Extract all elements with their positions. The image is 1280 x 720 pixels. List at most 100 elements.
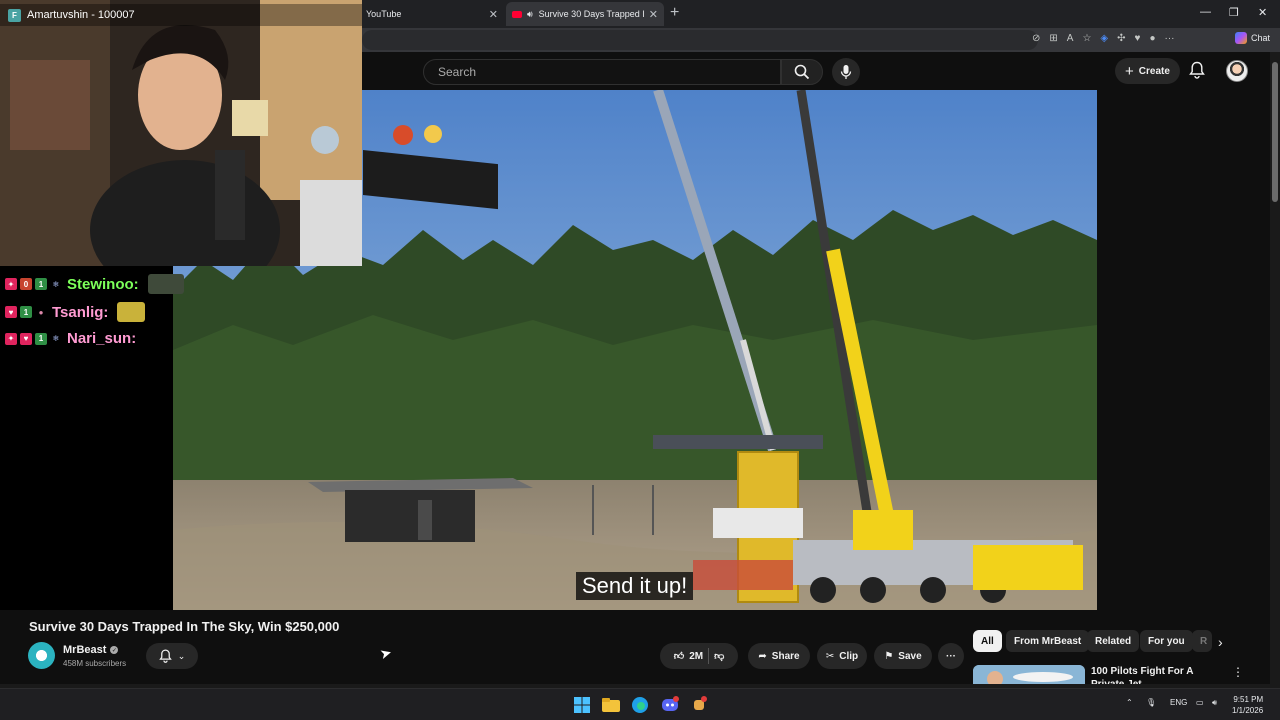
webcam-feed: [0, 0, 362, 266]
scissors-icon: ✂: [825, 650, 835, 662]
notifications-button[interactable]: [1189, 61, 1205, 84]
apps-icon[interactable]: ⊞: [1049, 33, 1057, 44]
chip-from-channel[interactable]: From MrBeast: [1006, 630, 1090, 652]
search-button[interactable]: [781, 59, 823, 85]
file-explorer-icon[interactable]: [601, 695, 621, 715]
share-button[interactable]: ➦ Share: [748, 643, 810, 669]
create-label: Create: [1138, 65, 1170, 77]
chevron-right-icon[interactable]: ›: [1218, 634, 1223, 650]
create-button[interactable]: + Create: [1115, 58, 1180, 84]
scrollbar-thumb[interactable]: [1272, 62, 1278, 202]
speaker-icon[interactable]: 🔊︎: [527, 9, 533, 20]
tab-label: Survive 30 Days Trapped In Th: [538, 9, 645, 19]
chip-partial[interactable]: R: [1192, 630, 1212, 652]
microphone-icon: [840, 65, 852, 79]
language-indicator[interactable]: ENG: [1170, 698, 1187, 707]
network-icon[interactable]: ▭: [1196, 698, 1204, 707]
copilot-icon: [1234, 32, 1247, 44]
translate-icon[interactable]: ⊘: [1032, 33, 1040, 44]
search-input[interactable]: Search: [423, 59, 781, 85]
close-icon[interactable]: ✕: [649, 8, 658, 21]
volume-icon[interactable]: 🔊︎: [1212, 698, 1217, 708]
account-avatar[interactable]: [1226, 60, 1248, 82]
chat-username: Stewinoo:: [67, 275, 139, 293]
badge-icon: ✦: [5, 278, 17, 290]
video-caption: Send it up!: [576, 572, 694, 600]
mouse-cursor: ➤: [377, 643, 394, 663]
restore-button[interactable]: ❐: [1229, 6, 1239, 19]
tab-label: YouTube: [366, 9, 402, 19]
clip-button[interactable]: ✂ Clip: [817, 643, 867, 669]
jet-thumbnail: [973, 665, 1085, 685]
channel-name[interactable]: MrBeast: [63, 644, 106, 656]
windows-start-icon[interactable]: [572, 695, 592, 715]
tray-chevron-up-icon[interactable]: ⌃: [1126, 698, 1133, 707]
extension-icon[interactable]: ◈: [1100, 33, 1108, 44]
badge-icon: 1: [35, 332, 47, 345]
performance-icon[interactable]: ♥: [1135, 33, 1141, 44]
voice-search-button[interactable]: [832, 58, 860, 86]
page-scrollbar[interactable]: [1270, 52, 1280, 684]
toolbar-icons: ⊘ ⊞ A ☆ ◈ ✣ ♥ ● ···: [1032, 33, 1175, 44]
divider: [708, 648, 710, 664]
more-menu-icon[interactable]: ···: [1165, 33, 1175, 44]
edge-browser-icon[interactable]: [630, 695, 650, 715]
like-dislike-group: 👍︎ 2M 👎︎: [660, 643, 738, 669]
channel-name-row[interactable]: MrBeast ✓: [63, 644, 119, 656]
close-icon[interactable]: ✕: [489, 8, 498, 21]
address-field[interactable]: [362, 30, 1038, 50]
tab-youtube[interactable]: YouTube ✕: [360, 2, 504, 26]
snowflake-icon: ❄: [52, 334, 60, 343]
system-clock[interactable]: 9:51 PM 1/1/2026: [1232, 694, 1263, 716]
save-label: Save: [898, 650, 922, 662]
more-actions-button[interactable]: ···: [938, 643, 964, 669]
more-vert-icon[interactable]: ⋮: [1232, 665, 1244, 679]
badge-icon: 1: [35, 278, 47, 290]
like-count[interactable]: 2M: [689, 651, 703, 662]
app-logo: [694, 696, 707, 710]
streamer-label: Amartuvshin - 100007: [27, 9, 135, 21]
bell-icon: [158, 649, 172, 663]
heart-badge-icon: ♥: [5, 306, 17, 318]
recommendation-thumbnail[interactable]: [973, 665, 1085, 685]
heart-badge-icon: ♥: [20, 332, 32, 345]
discord-icon[interactable]: [660, 695, 680, 715]
microphone-tray-icon[interactable]: 🎙︎: [1146, 698, 1156, 707]
copilot-chat-button[interactable]: Chat: [1234, 32, 1270, 44]
puzzle-icon[interactable]: ✣: [1117, 33, 1125, 44]
favorite-star-icon[interactable]: ☆: [1082, 33, 1091, 44]
channel-avatar[interactable]: [28, 642, 55, 669]
badge-icon: 1: [20, 306, 32, 318]
subscription-bell-button[interactable]: ⌄: [146, 643, 198, 669]
chip-all[interactable]: All: [973, 630, 1002, 652]
share-label: Share: [771, 650, 800, 662]
chip-for-you[interactable]: For you: [1140, 630, 1193, 652]
plus-icon: +: [1125, 62, 1134, 80]
thumbs-up-icon[interactable]: 👍︎: [674, 650, 684, 662]
clock-date: 1/1/2026: [1232, 706, 1264, 715]
chat-message: ✦ 0 1 ❄ Stewinoo:: [5, 274, 184, 294]
subscriber-count: 458M subscribers: [63, 659, 127, 668]
share-icon: ➦: [758, 650, 767, 662]
streamer-webcam: F Amartuvshin - 100007: [0, 0, 362, 266]
discord-logo: [662, 696, 679, 711]
twitch-logo-icon: F: [8, 8, 21, 22]
close-window-button[interactable]: ✕: [1258, 6, 1267, 19]
app-icon[interactable]: [689, 695, 709, 715]
chip-related[interactable]: Related: [1087, 630, 1140, 652]
clock-time: 9:51 PM: [1233, 695, 1264, 704]
badge-icon: ●: [38, 307, 44, 317]
windows-logo: [574, 697, 590, 713]
read-aloud-icon[interactable]: A: [1067, 33, 1074, 44]
profile-icon[interactable]: ●: [1149, 33, 1155, 44]
minimize-button[interactable]: —: [1200, 6, 1211, 18]
tab-video[interactable]: 🔊︎ Survive 30 Days Trapped In Th ✕: [506, 2, 664, 26]
recommendation-title[interactable]: 100 Pilots Fight For A Private Jet: [1091, 665, 1221, 685]
new-tab-button[interactable]: +: [670, 4, 679, 22]
verified-icon: ✓: [110, 646, 119, 654]
thumbs-down-icon[interactable]: 👎︎: [714, 650, 724, 662]
folder-icon: [602, 698, 620, 712]
save-button[interactable]: ⚑ Save: [874, 643, 932, 669]
chat-message: ♥ 1 ● Tsanlig:: [5, 302, 146, 322]
badge-icon: 0: [20, 278, 32, 290]
